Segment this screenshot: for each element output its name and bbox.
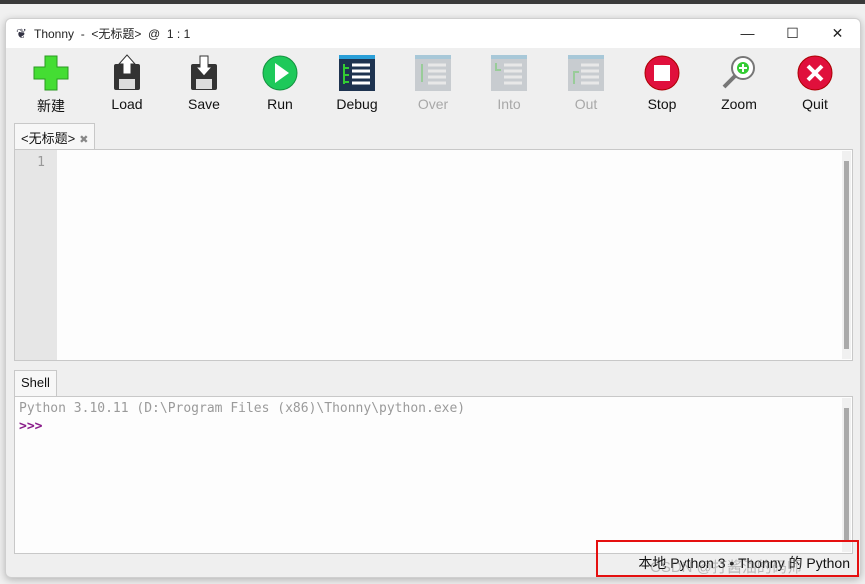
shell-info: Python 3.10.11 (D:\Program Files (x86)\T… xyxy=(19,401,466,416)
load-icon xyxy=(114,54,140,90)
save-button[interactable]: Save xyxy=(174,54,234,112)
shell-console[interactable]: Python 3.10.11 (D:\Program Files (x86)\T… xyxy=(14,396,853,554)
title-bar: ❦ Thonny - <无标题> @ 1 : 1 — ☐ ✕ xyxy=(6,19,860,48)
tab-untitled[interactable]: <无标题> ✖ xyxy=(14,123,96,150)
close-button[interactable]: ✕ xyxy=(815,25,860,42)
step-into-button[interactable]: Into xyxy=(479,54,539,112)
step-out-icon xyxy=(568,55,604,91)
step-over-icon xyxy=(415,55,451,91)
quit-icon xyxy=(797,55,833,91)
thonny-window: ❦ Thonny - <无标题> @ 1 : 1 — ☐ ✕ 新建 Load S… xyxy=(5,18,861,578)
scrollbar-thumb[interactable] xyxy=(844,161,849,349)
line-numbers: 1 xyxy=(15,150,57,360)
step-out-button[interactable]: Out xyxy=(556,54,616,112)
load-button[interactable]: Load xyxy=(97,54,157,112)
maximize-button[interactable]: ☐ xyxy=(770,25,815,42)
run-icon xyxy=(262,55,298,91)
step-into-icon xyxy=(491,55,527,91)
debug-icon xyxy=(339,55,375,91)
tab-shell[interactable]: Shell xyxy=(14,370,57,397)
step-over-button[interactable]: Over xyxy=(403,54,463,112)
stop-button[interactable]: Stop xyxy=(632,54,692,112)
toolbar: 新建 Load Save Run Debug Over Into Out Sto… xyxy=(6,48,860,122)
new-button[interactable]: 新建 xyxy=(21,54,81,116)
close-tab-icon[interactable]: ✖ xyxy=(79,134,88,146)
shell-scrollbar[interactable] xyxy=(842,398,851,552)
stop-icon xyxy=(644,55,680,91)
quit-button[interactable]: Quit xyxy=(785,54,845,112)
debug-button[interactable]: Debug xyxy=(327,54,387,112)
zoom-button[interactable]: Zoom xyxy=(709,54,769,112)
save-icon xyxy=(191,55,217,90)
new-file-icon xyxy=(33,55,69,91)
scrollbar-thumb[interactable] xyxy=(844,408,849,542)
thonny-logo-icon: ❦ xyxy=(16,25,27,41)
window-title: Thonny - <无标题> @ 1 : 1 xyxy=(34,27,191,41)
run-button[interactable]: Run xyxy=(250,54,310,112)
editor-scrollbar[interactable] xyxy=(842,151,851,359)
highlight-box xyxy=(596,540,859,577)
code-editor[interactable]: 1 xyxy=(14,149,853,361)
minimize-button[interactable]: — xyxy=(725,25,770,42)
shell-prompt: >>> xyxy=(19,419,43,434)
zoom-icon xyxy=(722,56,755,89)
